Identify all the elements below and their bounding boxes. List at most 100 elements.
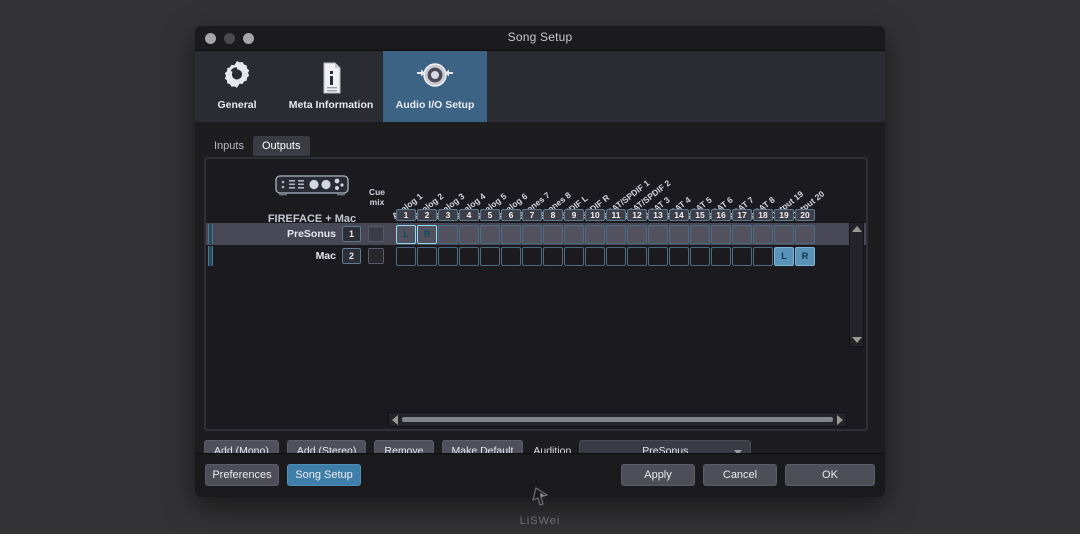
row-cells: LR: [396, 246, 816, 266]
song-setup-button[interactable]: Song Setup: [287, 464, 361, 486]
routing-cell[interactable]: [501, 246, 521, 266]
routing-cell[interactable]: [564, 246, 584, 266]
cue-mix-label-line2: mix: [369, 196, 385, 207]
routing-cell[interactable]: [669, 246, 689, 266]
routing-cell[interactable]: [522, 224, 542, 244]
toolbar-item-meta-information-label: Meta Information: [288, 99, 374, 111]
routing-cell[interactable]: [732, 246, 752, 266]
column-number-2[interactable]: 2: [417, 209, 437, 221]
routing-cell[interactable]: R: [795, 246, 815, 266]
routing-cell[interactable]: [606, 224, 626, 244]
cancel-button[interactable]: Cancel: [703, 464, 777, 486]
routing-cell[interactable]: [627, 224, 647, 244]
scroll-down-arrow[interactable]: [852, 337, 862, 343]
routing-row[interactable]: Mac 2 L R: [206, 245, 866, 267]
toolbar-item-audio-io-setup-label: Audio I/O Setup: [395, 99, 475, 111]
cue-mix-checkbox[interactable]: [368, 248, 384, 264]
column-number-18[interactable]: 18: [753, 209, 773, 221]
window-titlebar: Song Setup: [195, 26, 885, 51]
column-number-16[interactable]: 16: [711, 209, 731, 221]
cue-mix-checkbox[interactable]: [368, 226, 384, 242]
tab-outputs[interactable]: Outputs: [252, 136, 310, 156]
document-info-icon: [311, 57, 351, 99]
toolbar-item-meta-information[interactable]: Meta Information: [279, 51, 383, 122]
routing-cell[interactable]: R: [417, 224, 437, 244]
column-number-15[interactable]: 15: [690, 209, 710, 221]
row-cells: LR: [396, 224, 816, 244]
routing-cell[interactable]: [459, 246, 479, 266]
column-number-8[interactable]: 8: [543, 209, 563, 221]
preferences-button[interactable]: Preferences: [205, 464, 279, 486]
column-number-17[interactable]: 17: [732, 209, 752, 221]
scroll-left-arrow[interactable]: [392, 414, 398, 425]
routing-cell[interactable]: [585, 246, 605, 266]
toolbar-item-general[interactable]: General: [195, 51, 279, 122]
device-block: FIREFACE + Mac: [242, 173, 382, 225]
routing-cell[interactable]: [543, 246, 563, 266]
vertical-scrollbar[interactable]: [849, 222, 864, 347]
routing-row[interactable]: PreSonus 1 L R: [206, 223, 866, 245]
routing-cell[interactable]: L: [396, 224, 416, 244]
routing-cell[interactable]: [438, 224, 458, 244]
column-number-9[interactable]: 9: [564, 209, 584, 221]
routing-cell[interactable]: [480, 224, 500, 244]
ok-button[interactable]: OK: [785, 464, 875, 486]
routing-cell[interactable]: [438, 246, 458, 266]
column-number-6[interactable]: 6: [501, 209, 521, 221]
column-number-10[interactable]: 10: [585, 209, 605, 221]
column-number-11[interactable]: 11: [606, 209, 626, 221]
routing-cell[interactable]: [459, 224, 479, 244]
routing-cell[interactable]: L: [774, 246, 794, 266]
routing-cell[interactable]: [753, 224, 773, 244]
routing-cell[interactable]: [774, 224, 794, 244]
column-number-19[interactable]: 19: [774, 209, 794, 221]
routing-cell[interactable]: [564, 224, 584, 244]
routing-cell[interactable]: [690, 224, 710, 244]
column-number-14[interactable]: 14: [669, 209, 689, 221]
routing-cell[interactable]: [795, 224, 815, 244]
column-number-20[interactable]: 20: [795, 209, 815, 221]
scroll-up-arrow[interactable]: [852, 226, 862, 232]
routing-cell[interactable]: [711, 224, 731, 244]
desktop-background: Song Setup General Meta Information Audi…: [0, 0, 1080, 534]
routing-cell[interactable]: [522, 246, 542, 266]
window-body: Inputs Outputs FIREFACE + Mac Cue mix An…: [195, 122, 885, 497]
watermark-text: LiSWei: [519, 515, 561, 527]
column-number-3[interactable]: 3: [438, 209, 458, 221]
routing-cell[interactable]: [585, 224, 605, 244]
watermark: LiSWei: [519, 486, 561, 527]
scroll-right-arrow[interactable]: [837, 414, 843, 425]
routing-cell[interactable]: [711, 246, 731, 266]
column-number-5[interactable]: 5: [480, 209, 500, 221]
routing-cell[interactable]: [417, 246, 437, 266]
apply-button[interactable]: Apply: [621, 464, 695, 486]
routing-cell[interactable]: [606, 246, 626, 266]
routing-cell[interactable]: [543, 224, 563, 244]
tab-inputs[interactable]: Inputs: [205, 136, 253, 156]
audio-interface-icon: [242, 173, 382, 204]
window-title: Song Setup: [507, 30, 573, 44]
routing-cell[interactable]: [753, 246, 773, 266]
column-number-12[interactable]: 12: [627, 209, 647, 221]
routing-cell[interactable]: [690, 246, 710, 266]
routing-cell[interactable]: [648, 246, 668, 266]
routing-cell[interactable]: [627, 246, 647, 266]
column-number-4[interactable]: 4: [459, 209, 479, 221]
column-number-7[interactable]: 7: [522, 209, 542, 221]
song-setup-window: Song Setup General Meta Information Audi…: [195, 26, 885, 497]
routing-cell[interactable]: [480, 246, 500, 266]
routing-cell[interactable]: [648, 224, 668, 244]
row-name: Mac: [315, 250, 336, 262]
horizontal-scrollbar[interactable]: [388, 412, 847, 427]
routing-cell[interactable]: [732, 224, 752, 244]
routing-cell[interactable]: [669, 224, 689, 244]
column-number-1[interactable]: 1: [396, 209, 416, 221]
column-number-row: 1 2 3 4 5 6 7 8 9 10 11 12 13 14 15 16 17 18 19 20: [396, 209, 816, 221]
routing-panel: FIREFACE + Mac Cue mix Analog 1 Analog 2A…: [204, 157, 868, 431]
toolbar-item-audio-io-setup[interactable]: Audio I/O Setup: [383, 51, 487, 122]
routing-cell[interactable]: [396, 246, 416, 266]
io-tabs: Inputs Outputs: [205, 136, 310, 156]
horizontal-scroll-thumb[interactable]: [402, 417, 833, 422]
routing-cell[interactable]: [501, 224, 521, 244]
column-number-13[interactable]: 13: [648, 209, 668, 221]
